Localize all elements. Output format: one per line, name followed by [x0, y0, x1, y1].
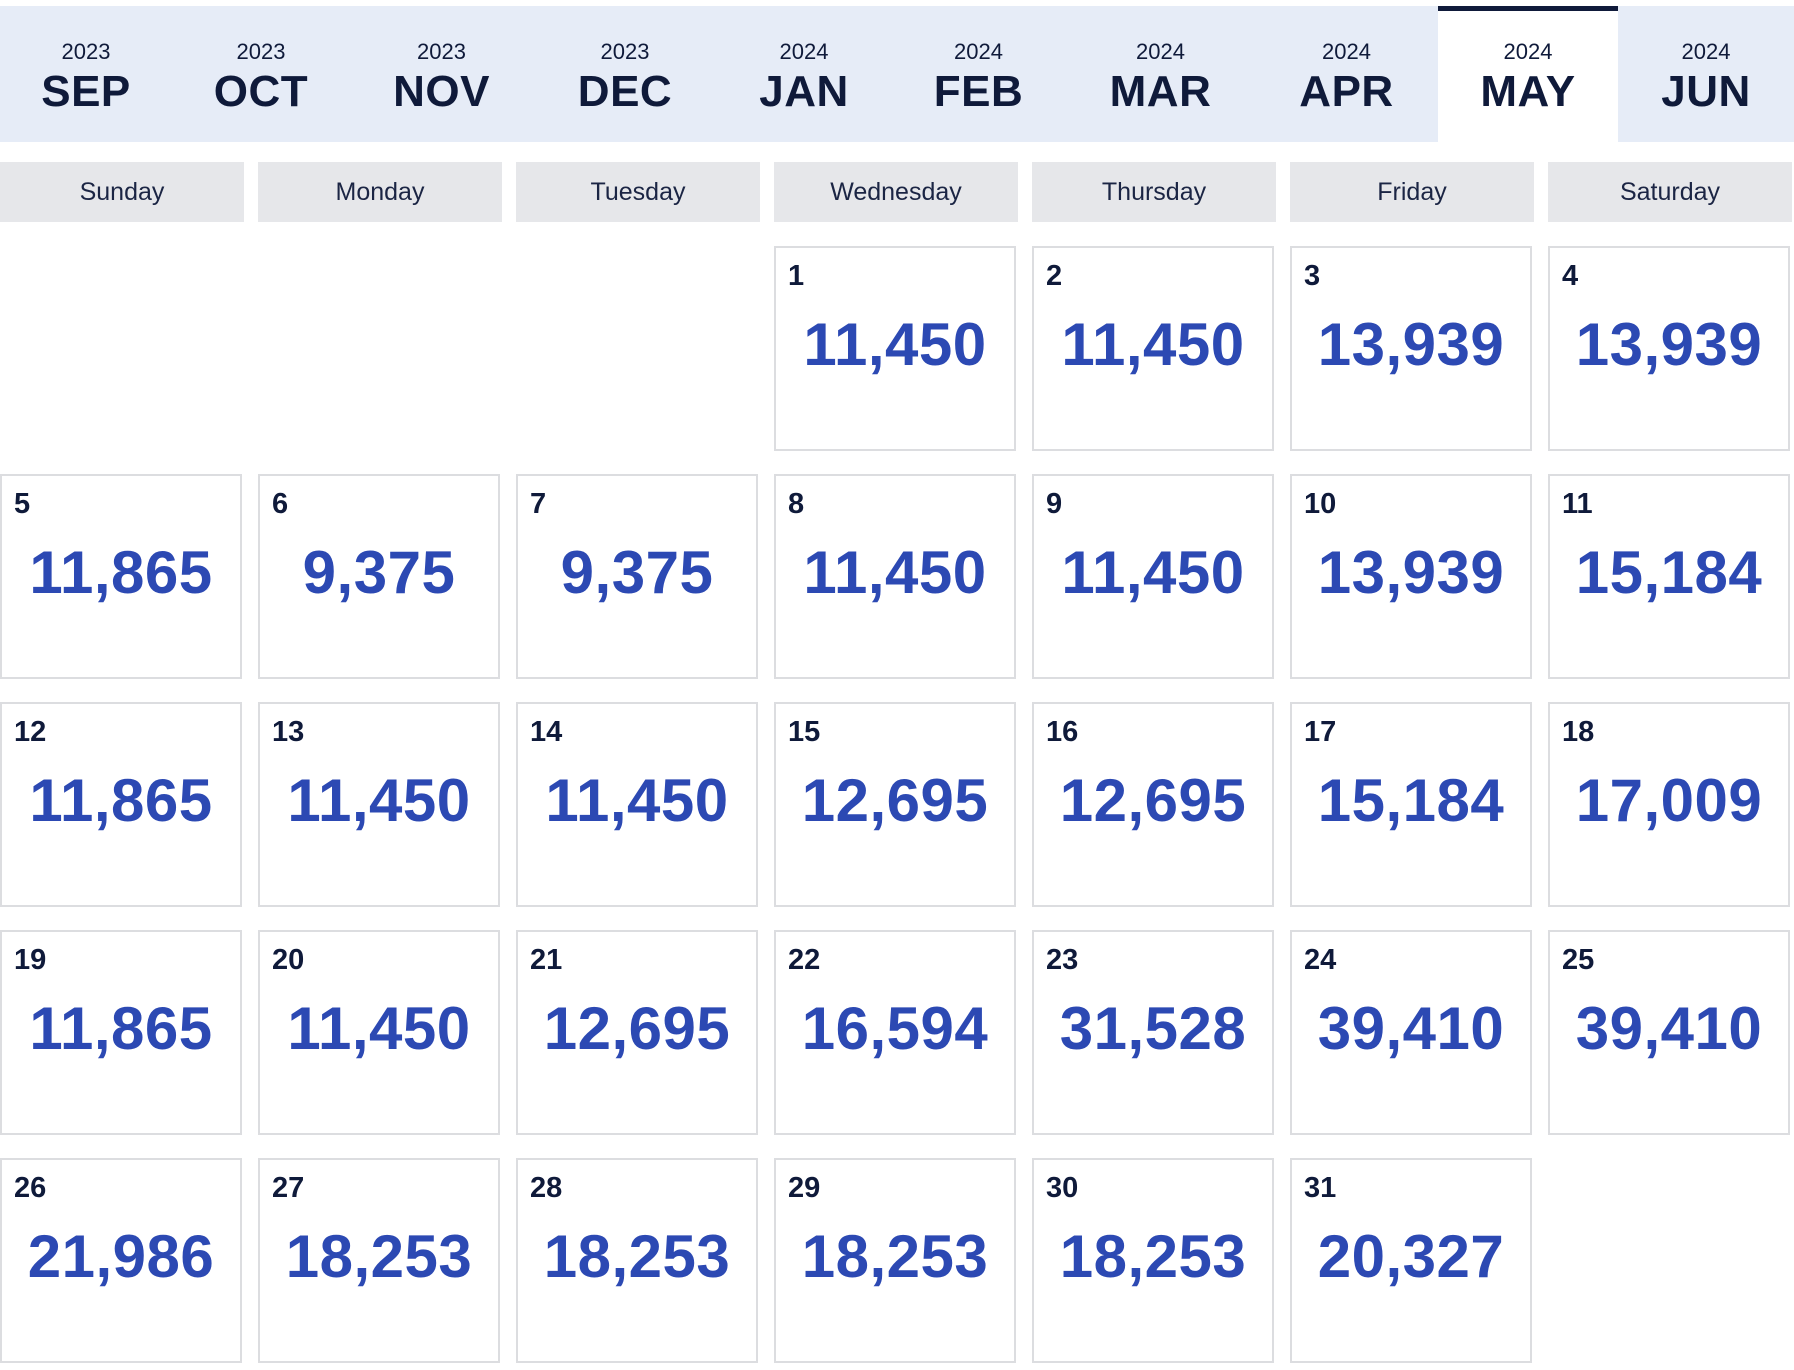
day-number: 28 [530, 1172, 563, 1204]
day-number: 25 [1562, 944, 1595, 976]
day-number: 18 [1562, 716, 1595, 748]
day-number: 9 [1046, 488, 1063, 520]
day-number: 1 [788, 260, 805, 292]
day-number: 17 [1304, 716, 1337, 748]
day-price: 11,450 [1061, 311, 1245, 378]
day-price: 20,327 [1317, 1223, 1505, 1290]
day-price: 9,375 [302, 539, 456, 606]
day-price: 18,253 [285, 1223, 473, 1290]
day-cell-21[interactable]: 21 12,695 [516, 930, 758, 1135]
day-number: 21 [530, 944, 563, 976]
day-number: 26 [14, 1172, 47, 1204]
day-number: 19 [14, 944, 47, 976]
day-cell-24[interactable]: 24 39,410 [1290, 930, 1532, 1135]
day-cell-29[interactable]: 29 18,253 [774, 1158, 1016, 1363]
day-price: 13,939 [1575, 311, 1763, 378]
day-cell-15[interactable]: 15 12,695 [774, 702, 1016, 907]
day-number: 7 [530, 488, 547, 520]
day-price: 16,594 [801, 995, 989, 1062]
day-number: 12 [14, 716, 47, 748]
day-cell-8[interactable]: 8 11,450 [774, 474, 1016, 679]
day-price: 11,450 [803, 311, 987, 378]
day-number: 24 [1304, 944, 1337, 976]
day-price: 11,865 [29, 539, 213, 606]
day-price: 18,253 [543, 1223, 731, 1290]
day-cell-28[interactable]: 28 18,253 [516, 1158, 758, 1363]
day-price: 15,184 [1575, 539, 1763, 606]
calendar-day-grid: 1 11,450 2 11,450 3 13,939 4 13,939 5 11,865 6 9,37… [0, 0, 1794, 1370]
day-price: 21,986 [27, 1223, 215, 1290]
day-cell-23[interactable]: 23 31,528 [1032, 930, 1274, 1135]
day-number: 31 [1304, 1172, 1337, 1204]
day-cell-22[interactable]: 22 16,594 [774, 930, 1016, 1135]
day-number: 10 [1304, 488, 1337, 520]
day-cell-9[interactable]: 9 11,450 [1032, 474, 1274, 679]
day-cell-12[interactable]: 12 11,865 [0, 702, 242, 907]
day-cell-27[interactable]: 27 18,253 [258, 1158, 500, 1363]
day-number: 11 [1562, 488, 1593, 520]
day-cell-30[interactable]: 30 18,253 [1032, 1158, 1274, 1363]
day-cell-20[interactable]: 20 11,450 [258, 930, 500, 1135]
day-number: 15 [788, 716, 821, 748]
day-price: 12,695 [1059, 767, 1247, 834]
day-number: 5 [14, 488, 31, 520]
day-cell-4[interactable]: 4 13,939 [1548, 246, 1790, 451]
day-price: 9,375 [560, 539, 714, 606]
day-price: 12,695 [801, 767, 989, 834]
day-cell-7[interactable]: 7 9,375 [516, 474, 758, 679]
day-price: 11,450 [287, 767, 471, 834]
day-number: 23 [1046, 944, 1079, 976]
day-price: 13,939 [1317, 539, 1505, 606]
day-cell-18[interactable]: 18 17,009 [1548, 702, 1790, 907]
day-price: 17,009 [1575, 767, 1763, 834]
day-cell-3[interactable]: 3 13,939 [1290, 246, 1532, 451]
day-price: 39,410 [1317, 995, 1505, 1062]
day-number: 14 [530, 716, 563, 748]
day-number: 22 [788, 944, 821, 976]
day-number: 20 [272, 944, 305, 976]
day-cell-26[interactable]: 26 21,986 [0, 1158, 242, 1363]
day-price: 13,939 [1317, 311, 1505, 378]
day-cell-13[interactable]: 13 11,450 [258, 702, 500, 907]
day-price: 12,695 [543, 995, 731, 1062]
day-number: 6 [272, 488, 289, 520]
day-price: 18,253 [801, 1223, 989, 1290]
day-cell-11[interactable]: 11 15,184 [1548, 474, 1790, 679]
day-cell-6[interactable]: 6 9,375 [258, 474, 500, 679]
day-number: 13 [272, 716, 305, 748]
day-cell-5[interactable]: 5 11,865 [0, 474, 242, 679]
day-cell-16[interactable]: 16 12,695 [1032, 702, 1274, 907]
day-number: 16 [1046, 716, 1079, 748]
day-number: 2 [1046, 260, 1063, 292]
day-price: 39,410 [1575, 995, 1763, 1062]
day-price: 11,865 [29, 995, 213, 1062]
day-cell-31[interactable]: 31 20,327 [1290, 1158, 1532, 1363]
day-number: 8 [788, 488, 805, 520]
day-cell-17[interactable]: 17 15,184 [1290, 702, 1532, 907]
day-cell-19[interactable]: 19 11,865 [0, 930, 242, 1135]
day-cell-10[interactable]: 10 13,939 [1290, 474, 1532, 679]
day-price: 11,450 [287, 995, 471, 1062]
day-number: 3 [1304, 260, 1321, 292]
day-cell-25[interactable]: 25 39,410 [1548, 930, 1790, 1135]
day-price: 15,184 [1317, 767, 1505, 834]
day-cell-14[interactable]: 14 11,450 [516, 702, 758, 907]
day-price: 11,450 [803, 539, 987, 606]
day-number: 30 [1046, 1172, 1079, 1204]
day-cell-2[interactable]: 2 11,450 [1032, 246, 1274, 451]
day-price: 11,450 [1061, 539, 1245, 606]
day-number: 4 [1562, 260, 1579, 292]
day-number: 29 [788, 1172, 821, 1204]
day-price: 18,253 [1059, 1223, 1247, 1290]
day-price: 11,450 [545, 767, 729, 834]
day-price: 11,865 [29, 767, 213, 834]
day-price: 31,528 [1059, 995, 1247, 1062]
day-number: 27 [272, 1172, 305, 1204]
day-cell-1[interactable]: 1 11,450 [774, 246, 1016, 451]
